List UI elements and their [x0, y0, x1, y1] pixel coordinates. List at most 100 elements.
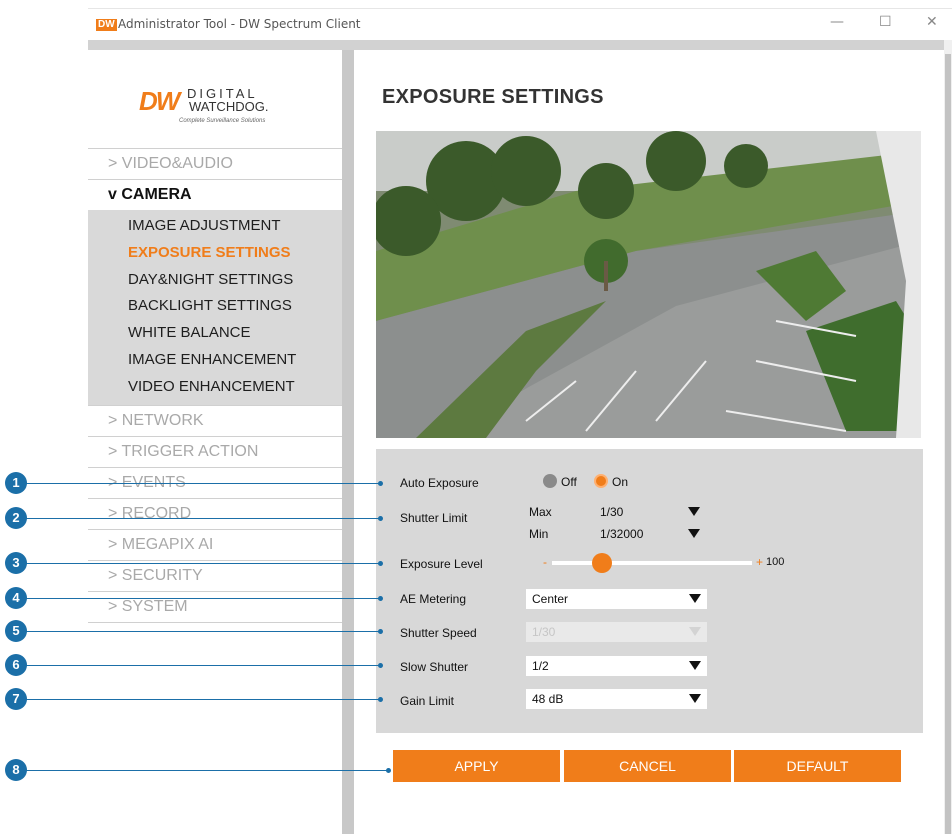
menu-item-camera[interactable]: v CAMERA: [88, 179, 342, 210]
shutter-speed-label: Shutter Speed: [400, 626, 477, 640]
callout-dot: [378, 697, 383, 702]
sidebar-splitter[interactable]: [342, 50, 354, 834]
ae-metering-select[interactable]: Center: [526, 589, 707, 609]
shutter-speed-select: 1/30: [526, 622, 707, 642]
close-button[interactable]: ✕: [926, 14, 938, 30]
callout-line: [16, 770, 388, 771]
minimize-button[interactable]: —: [830, 14, 844, 30]
callout-dot: [378, 561, 383, 566]
menu-divider: [88, 621, 342, 623]
slider-plus[interactable]: +: [756, 555, 763, 569]
logo-tagline: Complete Surveillance Solutions: [179, 118, 266, 124]
menu-item-system[interactable]: > SYSTEM: [88, 590, 342, 622]
callout-6: 6: [5, 654, 27, 676]
chevron-down-icon: [688, 507, 700, 516]
callout-1: 1: [5, 472, 27, 494]
shutter-max-value: 1/30: [600, 505, 624, 519]
auto-exposure-label: Auto Exposure: [400, 476, 479, 490]
menu-item-security[interactable]: > SECURITY: [88, 559, 342, 591]
submenu-item-white-balance[interactable]: WHITE BALANCE: [88, 320, 342, 347]
callout-dot: [378, 596, 383, 601]
submenu-item-exposure-settings[interactable]: EXPOSURE SETTINGS: [88, 240, 342, 267]
shutter-speed-value: 1/30: [532, 625, 556, 639]
logo-line2: WATCHDOG.: [189, 99, 269, 114]
chevron-down-icon: [689, 594, 701, 603]
exposure-level-value: 100: [766, 556, 785, 568]
callout-dot: [378, 629, 383, 634]
logo-mark: DW: [139, 86, 180, 116]
auto-exposure-off-label: Off: [561, 475, 577, 489]
callout-5: 5: [5, 620, 27, 642]
parking-lot-scene: [376, 131, 921, 438]
ae-metering-label: AE Metering: [400, 592, 467, 606]
callout-7: 7: [5, 688, 27, 710]
auto-exposure-on-label: On: [612, 475, 629, 489]
callout-dot: [386, 768, 391, 773]
shutter-max-label: Max: [529, 505, 552, 519]
menu-item-video-audio[interactable]: > VIDEO&AUDIO: [88, 148, 342, 179]
camera-submenu: IMAGE ADJUSTMENT EXPOSURE SETTINGS DAY&N…: [88, 210, 342, 405]
ae-metering-value: Center: [532, 592, 569, 606]
top-divider: [88, 40, 944, 50]
cancel-button[interactable]: CANCEL: [564, 750, 731, 782]
apply-button[interactable]: APPLY: [393, 750, 560, 782]
page-title: EXPOSURE SETTINGS: [382, 86, 604, 108]
callout-4: 4: [5, 587, 27, 609]
slow-shutter-label: Slow Shutter: [400, 660, 469, 674]
callout-line: [16, 518, 380, 519]
digital-watchdog-logo: DW DIGITAL WATCHDOG. Complete Surveillan…: [139, 84, 289, 128]
main-content: EXPOSURE SETTINGS Auto Exposure Off On S…: [354, 50, 944, 834]
callout-line: [16, 665, 380, 666]
shutter-min-value: 1/32000: [600, 527, 644, 541]
app-logo-icon: DW: [96, 19, 117, 31]
submenu-item-day-night-settings[interactable]: DAY&NIGHT SETTINGS: [88, 267, 342, 294]
chevron-down-icon: [689, 694, 701, 703]
gain-limit-value: 48 dB: [532, 692, 564, 706]
title-bar: DW Administrator Tool - DW Spectrum Clie…: [88, 8, 952, 40]
chevron-down-icon: [688, 529, 700, 538]
callout-line: [16, 598, 380, 599]
shutter-min-select[interactable]: 1/32000: [594, 524, 706, 544]
maximize-button[interactable]: ☐: [879, 14, 892, 30]
settings-menu: > VIDEO&AUDIO v CAMERA IMAGE ADJUSTMENT …: [88, 148, 342, 623]
gain-limit-select[interactable]: 48 dB: [526, 689, 707, 709]
auto-exposure-off-radio[interactable]: [543, 474, 557, 488]
menu-item-trigger-action[interactable]: > TRIGGER ACTION: [88, 435, 342, 467]
callout-dot: [378, 663, 383, 668]
shutter-max-select[interactable]: 1/30: [594, 502, 706, 522]
submenu-item-video-enhancement[interactable]: VIDEO ENHANCEMENT: [88, 374, 342, 401]
exposure-level-slider[interactable]: [552, 561, 752, 565]
shutter-min-label: Min: [529, 527, 549, 541]
callout-3: 3: [5, 552, 27, 574]
default-button[interactable]: DEFAULT: [734, 750, 901, 782]
submenu-item-image-enhancement[interactable]: IMAGE ENHANCEMENT: [88, 347, 342, 374]
chevron-down-icon: [689, 661, 701, 670]
submenu-item-backlight-settings[interactable]: BACKLIGHT SETTINGS: [88, 293, 342, 320]
menu-item-megapix-ai[interactable]: > MEGAPIX AI: [88, 528, 342, 560]
shutter-limit-label: Shutter Limit: [400, 511, 468, 525]
callout-8: 8: [5, 759, 27, 781]
slow-shutter-select[interactable]: 1/2: [526, 656, 707, 676]
callout-line: [16, 563, 380, 564]
vertical-scrollbar[interactable]: [944, 40, 952, 834]
slider-thumb[interactable]: [592, 553, 612, 573]
menu-item-network[interactable]: > NETWORK: [88, 404, 342, 436]
sidebar: DW DIGITAL WATCHDOG. Complete Surveillan…: [88, 50, 342, 834]
camera-preview-image: [376, 131, 921, 438]
menu-item-record[interactable]: > RECORD: [88, 497, 342, 529]
scrollbar-thumb[interactable]: [945, 54, 951, 834]
callout-2: 2: [5, 507, 27, 529]
callout-dot: [378, 516, 383, 521]
slider-minus[interactable]: -: [543, 555, 547, 569]
exposure-settings-panel: Auto Exposure Off On Shutter Limit Max 1…: [376, 449, 923, 733]
window-title: Administrator Tool - DW Spectrum Client: [118, 17, 361, 31]
slow-shutter-value: 1/2: [532, 659, 549, 673]
callout-line: [16, 699, 380, 700]
gain-limit-label: Gain Limit: [400, 694, 455, 708]
callout-dot: [378, 481, 383, 486]
callout-line: [16, 631, 380, 632]
submenu-item-image-adjustment[interactable]: IMAGE ADJUSTMENT: [88, 213, 342, 240]
chevron-down-icon: [689, 627, 701, 636]
exposure-level-label: Exposure Level: [400, 557, 483, 571]
auto-exposure-on-radio[interactable]: [594, 474, 608, 488]
